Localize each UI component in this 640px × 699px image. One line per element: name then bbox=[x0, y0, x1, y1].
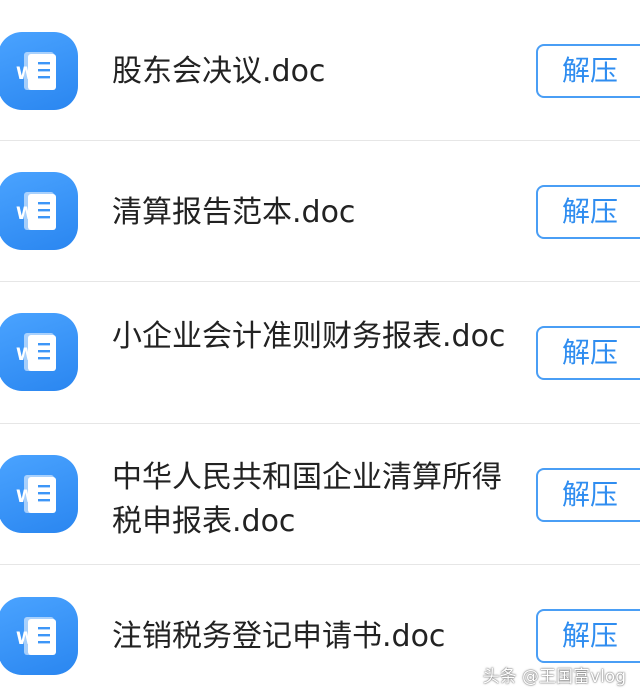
word-document-icon: W bbox=[0, 172, 78, 250]
word-document-icon: W bbox=[0, 313, 78, 391]
file-row[interactable]: W 股东会决议.doc 解压 bbox=[0, 0, 640, 141]
file-row[interactable]: W 清算报告范本.doc 解压 bbox=[0, 141, 640, 282]
extract-button[interactable]: 解压 bbox=[536, 185, 640, 239]
extract-button[interactable]: 解压 bbox=[536, 468, 640, 522]
file-name: 股东会决议.doc bbox=[112, 54, 326, 89]
icon-letter: W bbox=[16, 629, 35, 649]
watermark: 头条 @王国富vlog bbox=[482, 667, 626, 687]
file-row[interactable]: W 小企业会计准则财务报表.doc 解压 bbox=[0, 283, 640, 424]
word-document-icon: W bbox=[0, 597, 78, 675]
file-list: W 股东会决议.doc 解压 W 清算报告范本.doc 解压 W 小企业会计准则… bbox=[0, 0, 640, 699]
file-name: 中华人民共和国企业清算所得税申报表.doc bbox=[112, 460, 502, 539]
file-row[interactable]: W 中华人民共和国企业清算所得税申报表.doc 解压 bbox=[0, 424, 640, 565]
extract-button[interactable]: 解压 bbox=[536, 44, 640, 98]
icon-letter: W bbox=[16, 204, 35, 224]
icon-letter: W bbox=[16, 345, 35, 365]
extract-button[interactable]: 解压 bbox=[536, 609, 640, 663]
icon-letter: W bbox=[16, 487, 35, 507]
extract-button[interactable]: 解压 bbox=[536, 326, 640, 380]
word-document-icon: W bbox=[0, 32, 78, 110]
file-name: 小企业会计准则财务报表.doc bbox=[112, 319, 506, 354]
file-name: 清算报告范本.doc bbox=[112, 195, 356, 230]
icon-letter: W bbox=[16, 64, 35, 84]
file-name: 注销税务登记申请书.doc bbox=[112, 619, 446, 654]
word-document-icon: W bbox=[0, 455, 78, 533]
